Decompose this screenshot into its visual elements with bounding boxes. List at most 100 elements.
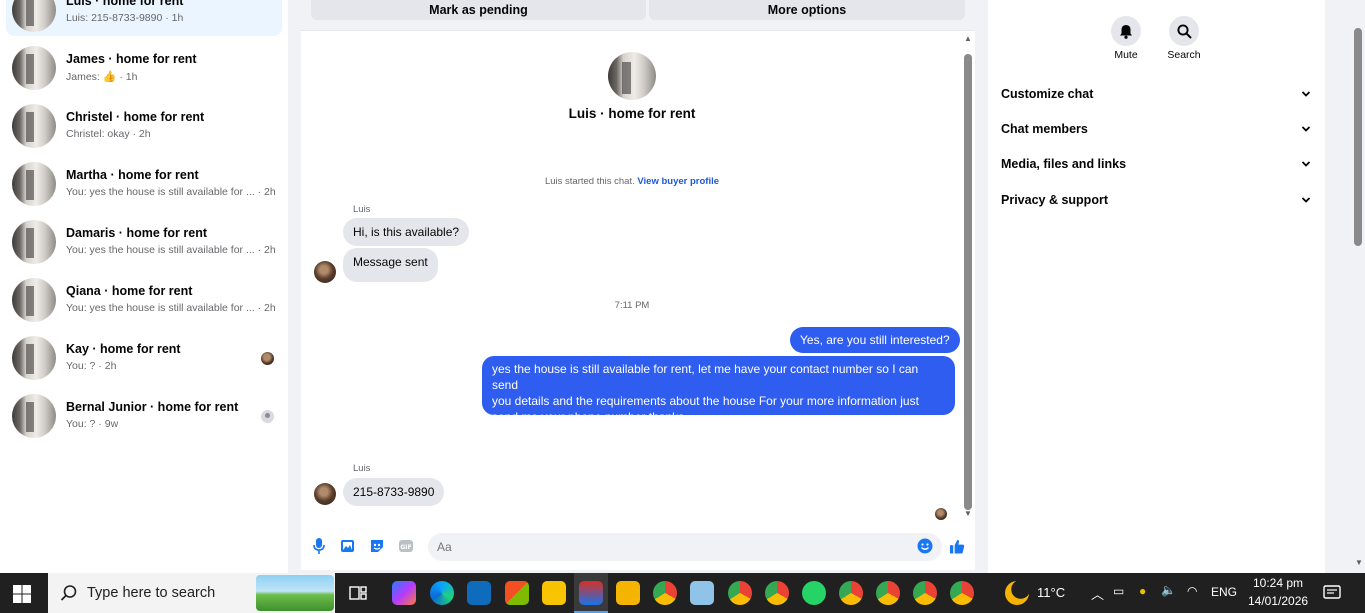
outlook-icon[interactable] <box>467 581 491 605</box>
conversation-snippet: You: ? · 2h <box>66 360 117 372</box>
message-line: send me your phone number thanks. <box>492 410 688 424</box>
chrome-profile-icon[interactable] <box>653 581 677 605</box>
weather-temperature[interactable]: 11°C <box>1037 585 1065 600</box>
conversation-name: Martha · home for rent <box>66 168 199 182</box>
chat-members-row[interactable]: Chat members <box>1001 122 1311 142</box>
chat-title: Luis · home for rent <box>568 106 696 121</box>
taskbar-search-box[interactable]: Type here to search <box>48 573 335 613</box>
chat-scrollbar[interactable]: ▲ ▼ <box>962 32 974 522</box>
row-label: Chat members <box>1001 122 1088 136</box>
conversation-list: Luis · home for rent Luis: 215-8733-9890… <box>0 0 288 573</box>
conversation-item[interactable]: James · home for rent James: 👍 · 1h <box>6 42 282 94</box>
privacy-support-row[interactable]: Privacy & support <box>1001 193 1311 213</box>
time-divider: 7:11 PM <box>614 300 650 311</box>
photo-icon[interactable] <box>340 538 356 554</box>
search-icon <box>60 585 77 601</box>
mute-button[interactable]: Mute <box>1096 16 1156 61</box>
scroll-thumb[interactable] <box>964 54 972 510</box>
search-conversation-button[interactable]: Search <box>1154 16 1214 61</box>
file-explorer-icon[interactable] <box>616 581 640 605</box>
incoming-message: Hi, is this available? <box>343 218 470 246</box>
thumbs-up-icon[interactable] <box>949 538 965 554</box>
chrome-profile-icon[interactable] <box>876 581 900 605</box>
volume-icon[interactable]: 🔈 <box>1161 583 1176 597</box>
customize-chat-row[interactable]: Customize chat <box>1001 87 1311 107</box>
notifications-icon[interactable] <box>1323 584 1341 607</box>
conversation-item[interactable]: Damaris · home for rent You: yes the hou… <box>6 216 282 268</box>
sender-avatar[interactable] <box>314 483 336 505</box>
conversation-name: Damaris · home for rent <box>66 226 208 240</box>
conversation-snippet: Christel: okay · 2h <box>66 128 151 140</box>
chrome-profile-icon[interactable] <box>913 581 937 605</box>
scroll-down-arrow-icon[interactable]: ▼ <box>964 509 972 518</box>
conversation-name: Bernal Junior · home for rent <box>66 400 239 414</box>
sender-avatar[interactable] <box>314 261 336 283</box>
notepad-icon[interactable] <box>690 581 714 605</box>
clock-time[interactable]: 10:24 pm <box>1253 576 1303 590</box>
conversation-item[interactable]: Christel · home for rent Christel: okay … <box>6 100 282 152</box>
conversation-item[interactable]: Martha · home for rent You: yes the hous… <box>6 158 282 210</box>
svg-text:GIF: GIF <box>400 544 411 551</box>
emoji-icon[interactable] <box>917 538 933 554</box>
search-label: Search <box>1167 49 1201 61</box>
incoming-message: Message sent <box>343 248 438 282</box>
chevron-up-icon[interactable]: ︿ <box>1091 584 1104 603</box>
details-panel: Mute Search Customize chat Chat members … <box>988 0 1325 573</box>
windows-start-icon[interactable] <box>12 584 32 604</box>
scroll-thumb[interactable] <box>1354 28 1362 246</box>
scroll-up-arrow-icon[interactable]: ▲ <box>964 34 972 43</box>
battery-icon[interactable]: ▭ <box>1113 584 1124 598</box>
row-label: Privacy & support <box>1001 193 1108 207</box>
chrome-profile-icon[interactable] <box>765 581 789 605</box>
store-icon[interactable] <box>505 581 529 605</box>
conversation-item[interactable]: Luis · home for rent Luis: 215-8733-9890… <box>6 0 282 36</box>
view-buyer-profile-link[interactable]: View buyer profile <box>637 176 719 187</box>
mark-as-pending-button[interactable]: Mark as pending <box>311 0 646 20</box>
conversation-item[interactable]: Qiana · home for rent You: yes the house… <box>6 274 282 326</box>
sticker-icon[interactable] <box>369 538 385 554</box>
copilot-icon[interactable] <box>392 581 416 605</box>
bell-icon <box>1111 16 1141 46</box>
chevron-down-icon <box>1301 126 1311 132</box>
chrome-profile-icon[interactable] <box>950 581 974 605</box>
chat-avatar[interactable] <box>608 52 656 100</box>
conversation-name: Qiana · home for rent <box>66 284 193 298</box>
weather-moon-icon[interactable] <box>1005 581 1029 605</box>
edge-browser-icon[interactable] <box>430 581 454 605</box>
whatsapp-icon[interactable] <box>802 581 826 605</box>
chrome-tray-icon[interactable]: ● <box>1139 584 1146 598</box>
conversation-snippet: You: yes the house is still available fo… <box>66 186 276 198</box>
snipping-tool-icon[interactable] <box>579 581 603 605</box>
default-avatar <box>261 410 274 423</box>
chat-top-bar: Mark as pending More options <box>301 0 975 30</box>
page-scrollbar[interactable]: ▼ <box>1352 0 1365 573</box>
message-line: you details and the requirements about t… <box>492 394 919 408</box>
chevron-down-icon <box>1301 197 1311 203</box>
conversation-name: James · home for rent <box>66 52 197 66</box>
message-input[interactable] <box>428 533 942 561</box>
chrome-profile-icon[interactable] <box>839 581 863 605</box>
listing-thumbnail <box>12 336 56 380</box>
chat-started-line: Luis started this chat. View buyer profi… <box>450 176 814 187</box>
seen-avatar <box>261 352 274 365</box>
conversation-name: Christel · home for rent <box>66 110 205 124</box>
windows-taskbar: Type here to search 11°C ︿ ▭ ● 🔈 ◠ ENG 1… <box>0 573 1365 613</box>
conversation-snippet: You: ? · 9w <box>66 418 119 430</box>
listing-thumbnail <box>12 0 56 32</box>
wifi-icon[interactable]: ◠ <box>1187 584 1197 598</box>
conversation-item[interactable]: Bernal Junior · home for rent You: ? · 9… <box>6 390 282 442</box>
task-view-icon[interactable] <box>346 581 370 605</box>
gif-icon[interactable]: GIF <box>398 538 414 554</box>
input-language[interactable]: ENG <box>1211 585 1237 599</box>
sticky-notes-icon[interactable] <box>542 581 566 605</box>
more-options-button[interactable]: More options <box>649 0 965 20</box>
conversation-item[interactable]: Kay · home for rent You: ? · 2h <box>6 332 282 384</box>
chrome-profile-icon[interactable] <box>728 581 752 605</box>
incoming-message: 215-8733-9890 <box>343 478 445 506</box>
clock-date[interactable]: 14/01/2026 <box>1248 594 1308 608</box>
mute-label: Mute <box>1114 49 1138 61</box>
microphone-icon[interactable] <box>311 538 327 554</box>
media-files-links-row[interactable]: Media, files and links <box>1001 157 1311 177</box>
conversation-snippet: You: yes the house is still available fo… <box>66 302 276 314</box>
scroll-down-arrow-icon[interactable]: ▼ <box>1355 558 1363 567</box>
